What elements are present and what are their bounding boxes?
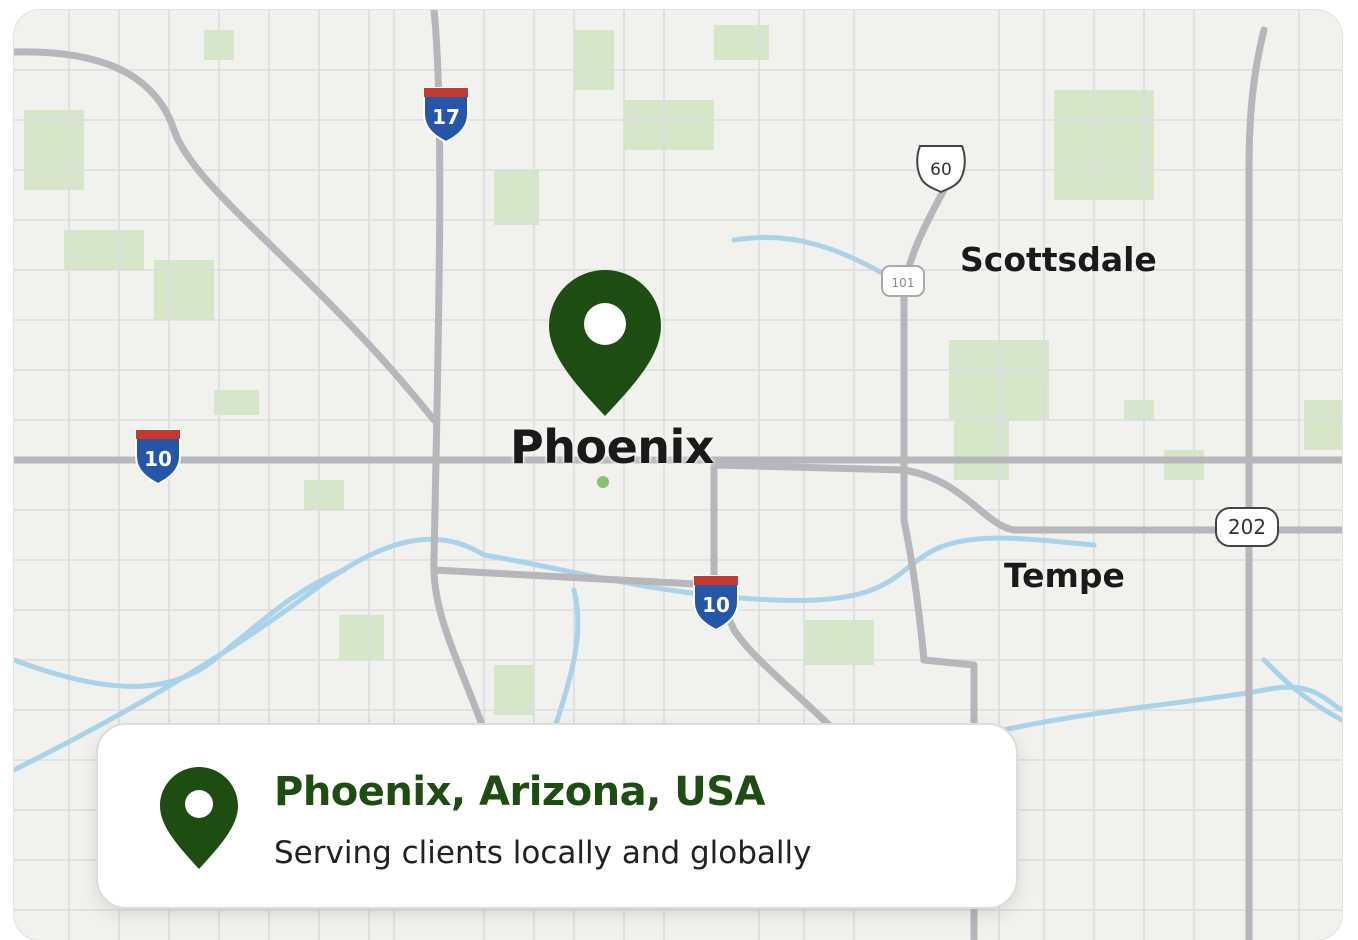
shield-10-south-text: 10 [702,593,730,617]
map-view[interactable]: 17 10 10 60 101 202 Phoenix Scottsdale T… [14,10,1342,940]
shield-60-text: 60 [930,160,952,180]
city-label-tempe: Tempe [1004,556,1125,595]
shield-17-text: 17 [432,105,460,129]
loop-101-shield: 101 [881,265,925,297]
loop-202-shield: 202 [1215,507,1279,547]
shield-101-text: 101 [892,276,915,290]
city-center-dot [597,476,609,488]
city-label-phoenix: Phoenix [510,420,714,474]
location-subtitle: Serving clients locally and globally [274,835,812,871]
us-60-shield: 60 [916,145,966,194]
interstate-17-shield: 17 [423,87,469,144]
location-pin-icon[interactable] [549,270,661,416]
interstate-10-west-shield: 10 [135,429,181,486]
location-info-card[interactable]: Phoenix, Arizona, USA Serving clients lo… [96,723,1018,909]
city-label-scottsdale: Scottsdale [960,240,1157,279]
shield-202-text: 202 [1228,515,1266,539]
shield-10-west-text: 10 [144,447,172,471]
location-pin-icon [160,767,238,869]
location-title: Phoenix, Arizona, USA [274,769,766,815]
